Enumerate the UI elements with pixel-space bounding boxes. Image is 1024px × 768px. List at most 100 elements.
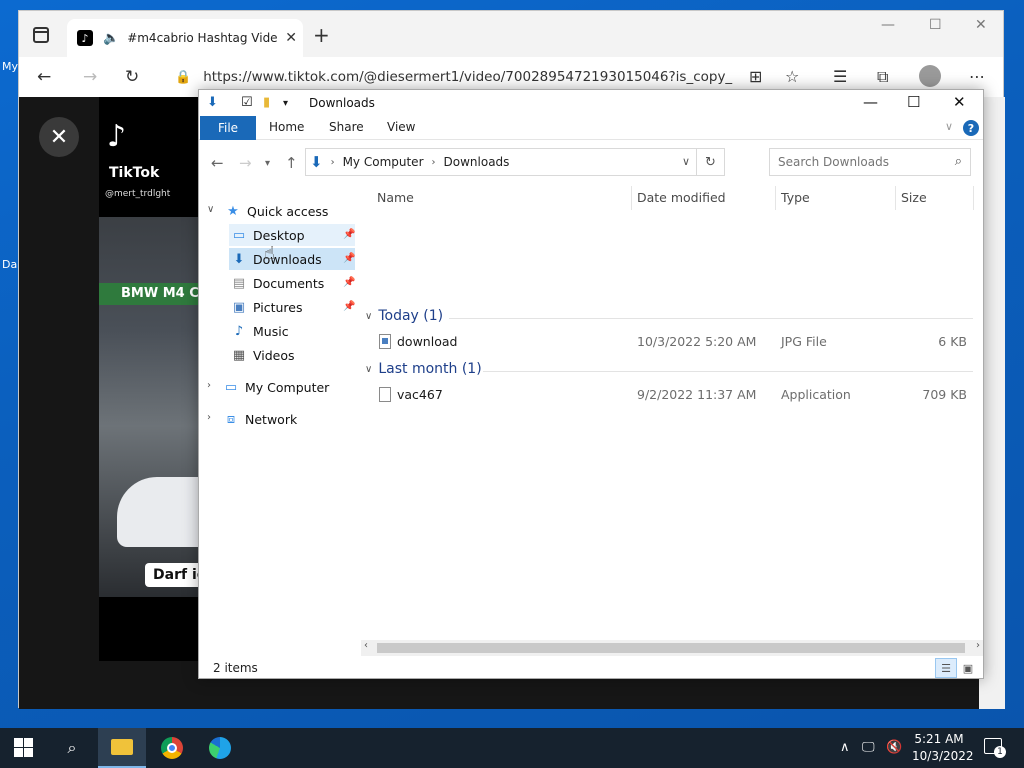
- group-header-today[interactable]: ∨ Today (1): [365, 308, 443, 324]
- taskbar-chrome[interactable]: [148, 728, 196, 768]
- table-row[interactable]: vac467 9/2/2022 11:37 AM Application 709…: [359, 384, 979, 406]
- add-favorite-icon[interactable]: ☆: [785, 67, 799, 86]
- minimize-icon[interactable]: —: [881, 17, 895, 33]
- search-input[interactable]: [778, 155, 938, 169]
- column-header-name[interactable]: Name: [377, 190, 414, 205]
- nav-item-music[interactable]: ♪ Music: [231, 320, 289, 342]
- nav-item-videos[interactable]: ▦ Videos: [231, 344, 295, 366]
- ribbon-tab-file[interactable]: File: [200, 116, 256, 140]
- tab-actions-icon[interactable]: [33, 27, 49, 43]
- group-header-last-month[interactable]: ∨ Last month (1): [365, 361, 482, 377]
- column-header-size[interactable]: Size: [901, 190, 927, 205]
- refresh-icon[interactable]: ↻: [125, 67, 139, 87]
- scroll-left-icon[interactable]: ‹: [364, 640, 368, 651]
- collections-icon[interactable]: ⧉: [877, 67, 888, 87]
- search-icon[interactable]: ⌕: [955, 154, 962, 169]
- profile-avatar[interactable]: [919, 65, 941, 87]
- breadcrumb-my-computer[interactable]: My Computer: [343, 155, 424, 169]
- ribbon-tab-view[interactable]: View: [387, 120, 415, 134]
- music-icon: ♪: [234, 323, 244, 339]
- chevron-right-icon[interactable]: ›: [207, 380, 211, 391]
- recent-locations-icon[interactable]: ▾: [265, 158, 270, 169]
- scroll-right-icon[interactable]: ›: [976, 640, 980, 651]
- close-window-icon[interactable]: ✕: [975, 17, 987, 33]
- breadcrumb-separator[interactable]: ›: [432, 157, 436, 168]
- column-header-type[interactable]: Type: [781, 190, 810, 205]
- nav-item-pictures[interactable]: ▣ Pictures: [231, 296, 303, 318]
- file-type: JPG File: [781, 334, 827, 349]
- pin-icon[interactable]: 📌: [343, 253, 355, 264]
- tiktok-username: @mert_trdlght: [105, 189, 171, 199]
- maximize-icon[interactable]: ☐: [929, 17, 942, 33]
- close-tab-icon[interactable]: ✕: [285, 30, 297, 46]
- search-box[interactable]: ⌕: [769, 148, 971, 176]
- pin-icon[interactable]: 📌: [343, 229, 355, 240]
- new-tab-button[interactable]: +: [313, 23, 330, 47]
- nav-network[interactable]: ⧈ Network: [223, 408, 297, 430]
- tab-bar: ♪ 🔈 #m4cabrio Hashtag Videos ✕ + — ☐ ✕: [19, 11, 1003, 57]
- nav-item-documents[interactable]: ▤ Documents: [231, 272, 324, 294]
- close-video-icon[interactable]: ✕: [39, 117, 79, 157]
- address-bar[interactable]: ⬇ › My Computer › Downloads ∨ ↻: [305, 148, 725, 176]
- chevron-down-icon[interactable]: ∨: [682, 155, 690, 168]
- file-name: download: [397, 334, 458, 349]
- file-size: 709 KB: [922, 387, 967, 402]
- column-separator[interactable]: [775, 186, 776, 210]
- up-icon[interactable]: ↑: [285, 154, 298, 172]
- browser-tab[interactable]: ♪ 🔈 #m4cabrio Hashtag Videos ✕: [67, 19, 303, 57]
- forward-icon[interactable]: →: [83, 67, 97, 87]
- column-separator[interactable]: [631, 186, 632, 210]
- back-icon[interactable]: ←: [37, 67, 51, 87]
- desktop-icon-label[interactable]: My: [2, 60, 18, 73]
- volume-muted-icon[interactable]: 🔇: [886, 740, 902, 755]
- pin-icon[interactable]: 📌: [343, 277, 355, 288]
- customize-toolbar-icon[interactable]: ▾: [283, 98, 288, 109]
- chevron-down-icon[interactable]: ∨: [365, 311, 372, 322]
- taskbar-edge[interactable]: [196, 728, 244, 768]
- show-hidden-icons-icon[interactable]: ∧: [840, 740, 850, 755]
- taskbar-file-explorer[interactable]: [98, 728, 146, 768]
- star-icon: ★: [227, 203, 239, 219]
- help-icon[interactable]: ?: [963, 120, 979, 136]
- back-icon[interactable]: ←: [211, 154, 224, 172]
- minimize-icon[interactable]: —: [863, 93, 878, 111]
- more-options-icon[interactable]: ⋯: [969, 67, 985, 86]
- forward-icon[interactable]: →: [239, 154, 252, 172]
- refresh-icon[interactable]: ↻: [696, 149, 724, 175]
- expand-ribbon-icon[interactable]: ∨: [945, 120, 953, 133]
- desktop-icon-label[interactable]: Da: [2, 258, 17, 271]
- chevron-down-icon[interactable]: ∨: [207, 204, 214, 215]
- taskbar-clock[interactable]: 5:21 AM 10/3/2022: [912, 731, 974, 765]
- properties-icon[interactable]: ☑: [241, 95, 253, 110]
- breadcrumb-downloads[interactable]: Downloads: [444, 155, 510, 169]
- table-row[interactable]: download 10/3/2022 5:20 AM JPG File 6 KB: [359, 331, 979, 353]
- column-separator[interactable]: [973, 186, 974, 210]
- column-separator[interactable]: [895, 186, 896, 210]
- horizontal-scrollbar[interactable]: ‹ ›: [361, 640, 983, 656]
- maximize-icon[interactable]: ☐: [907, 93, 920, 111]
- close-window-icon[interactable]: ✕: [953, 93, 966, 111]
- windows-start-icon[interactable]: [14, 738, 34, 758]
- speaker-icon[interactable]: 🔈: [103, 31, 119, 46]
- large-icons-view-icon[interactable]: ▣: [957, 658, 979, 678]
- lock-icon[interactable]: 🔒: [175, 70, 191, 85]
- apps-icon[interactable]: ⊞: [749, 67, 762, 86]
- taskbar-search-icon[interactable]: ⌕: [48, 728, 96, 768]
- chevron-down-icon[interactable]: ∨: [365, 364, 372, 375]
- ribbon-tab-home[interactable]: Home: [269, 120, 304, 134]
- nav-quick-access[interactable]: ★ Quick access: [225, 200, 328, 222]
- nav-label: Quick access: [247, 203, 329, 219]
- breadcrumb-separator[interactable]: ›: [331, 157, 335, 168]
- pin-icon[interactable]: 📌: [343, 301, 355, 312]
- nav-my-computer[interactable]: ▭ My Computer: [223, 376, 329, 398]
- details-view-icon[interactable]: ☰: [935, 658, 957, 678]
- folder-icon[interactable]: ▮: [263, 95, 270, 110]
- ribbon-tab-share[interactable]: Share: [329, 120, 364, 134]
- network-tray-icon[interactable]: 🖵: [862, 740, 875, 755]
- chevron-right-icon[interactable]: ›: [207, 412, 211, 423]
- favorites-icon[interactable]: ☰: [833, 67, 847, 86]
- scrollbar-thumb[interactable]: [377, 643, 965, 653]
- nav-item-downloads[interactable]: ⬇ Downloads: [231, 248, 322, 270]
- column-header-date[interactable]: Date modified: [637, 190, 726, 205]
- downloads-icon: ⬇: [233, 251, 245, 267]
